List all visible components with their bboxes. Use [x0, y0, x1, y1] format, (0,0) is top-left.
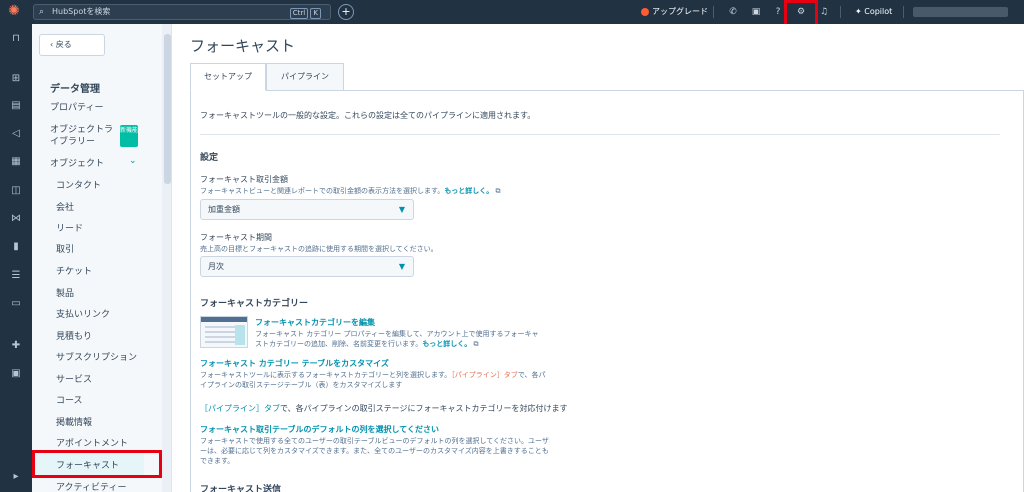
settings-highlight-box	[784, 0, 818, 27]
commerce-icon[interactable]: ▣	[8, 367, 24, 381]
sidebar-item-objects[interactable]: オブジェクト	[50, 158, 104, 170]
pipeline-tab-link[interactable]: ［パイプライン］タブ	[451, 371, 518, 379]
phone-icon[interactable]: ✆	[727, 5, 739, 19]
upgrade-button[interactable]: アップグレード	[641, 5, 708, 19]
sales-icon[interactable]: ◫	[8, 184, 24, 198]
library-icon[interactable]: ▭	[8, 297, 24, 311]
search-placeholder: HubSpotを検索	[52, 7, 111, 16]
sidebar-subitem-services[interactable]: サービス	[56, 374, 92, 386]
create-new-button[interactable]: +	[338, 4, 354, 20]
main-content: フォーキャスト セットアップ パイプライン フォーキャストツールの一般的な設定。…	[172, 24, 1024, 492]
global-search-input[interactable]: ⌕ HubSpotを検索 Ctrl K	[33, 4, 331, 20]
sidebar-subitem-companies[interactable]: 会社	[56, 202, 74, 214]
sparkle-icon: ✦	[855, 7, 862, 16]
sidebar-subitem-leads[interactable]: リード	[56, 223, 83, 235]
forecast-submission-heading: フォーキャスト送信	[200, 485, 282, 492]
new-badge: 新機能	[120, 125, 138, 147]
back-button[interactable]: ‹ 戻る	[39, 34, 105, 56]
pipeline-tab-link[interactable]: ［パイプライン］タブ	[200, 404, 280, 413]
help-icon[interactable]: ?	[772, 5, 784, 19]
external-link-icon: ⧉	[495, 187, 501, 195]
caret-down-icon: ▼	[398, 205, 405, 214]
pipeline-mapping-note: ［パイプライン］タブで、各パイプラインの取引ステージにフォーキャストカテゴリーを…	[200, 404, 568, 413]
edit-forecast-category-link[interactable]: フォーキャストカテゴリーを編集	[255, 317, 375, 328]
top-navigation-bar: ✺ ⌕ HubSpotを検索 Ctrl K + アップグレード ✆ ▣ ? ⚙ …	[0, 0, 1024, 27]
sidebar-section-title: データ管理	[50, 84, 100, 95]
edit-category-description: フォーキャスト カテゴリー プロパティーを編集して、アカウント上で使用するフォー…	[255, 330, 539, 348]
divider	[840, 6, 841, 18]
reports-icon[interactable]: ▮	[8, 240, 24, 254]
tab-pipeline[interactable]: パイプライン	[266, 63, 344, 91]
learn-more-link[interactable]: もっと詳しく。	[444, 187, 493, 195]
chevron-left-icon: ‹	[50, 40, 54, 49]
marketplace-icon[interactable]: ▣	[750, 5, 762, 19]
forecast-period-help: 売上高の目標とフォーキャストの追跡に使用する期間を選択してください。	[200, 245, 438, 253]
sidebar-subitem-tickets[interactable]: チケット	[56, 266, 92, 278]
sidebar-subitem-courses[interactable]: コース	[56, 395, 83, 407]
sidebar-subitem-products[interactable]: 製品	[56, 288, 74, 300]
search-icon: ⌕	[39, 7, 45, 17]
automation-icon[interactable]: ✚	[8, 339, 24, 353]
forecast-amount-help: フォーキャストビューと関連レポートでの取引金額の表示方法を選択します。もっと詳し…	[200, 187, 501, 195]
contacts-icon[interactable]: ▤	[8, 99, 24, 113]
sidebar-subitem-subscriptions[interactable]: サブスクリプション	[56, 352, 137, 364]
account-menu-blurred[interactable]	[913, 7, 1008, 17]
forecast-period-label: フォーキャスト期間	[200, 233, 272, 242]
category-table-thumbnail	[200, 316, 248, 348]
forecast-amount-select[interactable]: 加重金額 ▼	[200, 199, 414, 220]
forecast-amount-label: フォーキャスト取引金額	[200, 175, 288, 184]
chevron-down-icon[interactable]: ⌄	[129, 156, 137, 166]
divider	[713, 6, 714, 18]
hubspot-logo-icon[interactable]: ✺	[6, 3, 22, 19]
external-link-icon: ⧉	[473, 340, 479, 348]
data-management-icon[interactable]: ☰	[8, 269, 24, 283]
sidebar-subitem-listings[interactable]: 掲載情報	[56, 417, 92, 429]
learn-more-link[interactable]: もっと詳しく。	[422, 340, 471, 348]
forecast-category-heading: フォーキャストカテゴリー	[200, 299, 309, 309]
sidebar-subitem-quotes[interactable]: 見積もり	[56, 331, 92, 343]
caret-down-icon: ▼	[398, 262, 405, 271]
sidebar-item-properties[interactable]: プロパティー	[50, 102, 103, 114]
sidebar-subitem-payment-links[interactable]: 支払いリンク	[56, 309, 110, 321]
copilot-button[interactable]: ✦ Copilot	[855, 5, 892, 19]
sidebar-subitem-deals[interactable]: 取引	[56, 244, 74, 256]
divider	[200, 134, 1000, 135]
content-icon[interactable]: ▦	[8, 155, 24, 169]
settings-sidebar: ‹ 戻る データ管理 プロパティー オブジェクトライブラリー 新機能 オブジェク…	[32, 24, 172, 492]
sidebar-subitem-appointments[interactable]: アポイントメント	[56, 438, 128, 450]
forecast-highlight-box	[32, 450, 162, 478]
default-columns-description: フォーキャストで使用する全てのユーザーの取引テーブルビューのデフォルトの列を選択…	[200, 437, 549, 465]
global-nav-rail: ⊓ ⊞ ▤ ◁ ▦ ◫ ⋈ ▮ ☰ ▭ ✚ ▣ ▸	[0, 24, 32, 492]
upgrade-icon	[641, 7, 649, 16]
intro-text: フォーキャストツールの一般的な設定。これらの設定は全てのパイプラインに適用されま…	[200, 111, 536, 120]
sidebar-item-object-library[interactable]: オブジェクトライブラリー	[50, 124, 120, 148]
customize-table-description: フォーキャストツールに表示するフォーキャストカテゴリーと列を選択します。［パイプ…	[200, 371, 546, 389]
expand-nav-icon[interactable]: ▸	[8, 470, 24, 484]
customize-category-table-link[interactable]: フォーキャスト カテゴリー テーブルをカスタマイズ	[200, 358, 389, 369]
sidebar-subitem-contacts[interactable]: コンタクト	[56, 180, 101, 192]
notifications-bell-icon[interactable]: ♫	[818, 5, 830, 19]
divider	[903, 6, 904, 18]
page-title: フォーキャスト	[190, 37, 296, 55]
service-icon[interactable]: ⋈	[8, 212, 24, 226]
settings-heading: 設定	[200, 153, 219, 163]
search-shortcut: Ctrl K	[289, 6, 321, 20]
bookmark-icon[interactable]: ⊓	[8, 32, 24, 46]
sidebar-scrollbar-thumb[interactable]	[164, 34, 171, 184]
workspaces-icon[interactable]: ⊞	[8, 72, 24, 86]
sidebar-subitem-activities[interactable]: アクティビティー	[56, 482, 126, 492]
marketing-icon[interactable]: ◁	[8, 127, 24, 141]
tab-setup[interactable]: セットアップ	[190, 63, 266, 91]
default-columns-link[interactable]: フォーキャスト取引テーブルのデフォルトの列を選択してください	[200, 424, 439, 435]
forecast-period-select[interactable]: 月次 ▼	[200, 256, 414, 277]
